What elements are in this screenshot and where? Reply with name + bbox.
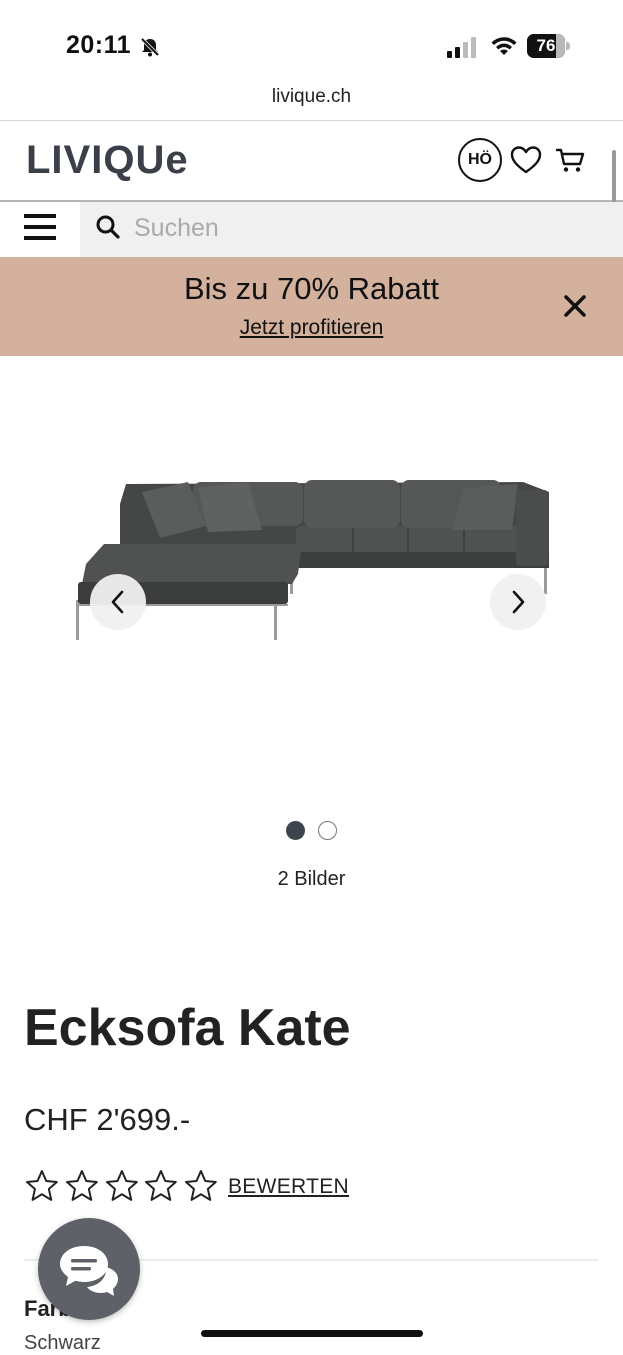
url-bar[interactable]: livique.ch bbox=[0, 86, 623, 108]
close-icon[interactable] bbox=[562, 293, 588, 319]
search-icon[interactable] bbox=[95, 214, 121, 240]
promo-title: Bis zu 70% Rabatt bbox=[183, 271, 440, 306]
star-icon[interactable] bbox=[183, 1168, 219, 1204]
rate-link[interactable]: BEWERTEN bbox=[228, 1175, 349, 1199]
bell-muted-icon bbox=[140, 37, 160, 57]
product-image[interactable] bbox=[68, 460, 558, 660]
gallery-prev-button[interactable] bbox=[90, 574, 146, 630]
rating-stars[interactable] bbox=[24, 1168, 219, 1204]
cellular-signal-icon bbox=[447, 37, 476, 58]
battery-icon: 76 bbox=[527, 34, 571, 58]
livique-logo[interactable]: LIVIQUe bbox=[26, 138, 189, 183]
chat-icon bbox=[60, 1246, 118, 1296]
image-count: 2 Bilder bbox=[277, 868, 346, 890]
status-time: 20:11 bbox=[66, 31, 132, 59]
gallery-next-button[interactable] bbox=[490, 574, 546, 630]
chevron-right-icon bbox=[512, 590, 525, 614]
star-icon[interactable] bbox=[64, 1168, 100, 1204]
promo-link[interactable]: Jetzt profitieren bbox=[0, 316, 623, 340]
account-button[interactable]: HÖ bbox=[458, 138, 502, 182]
gallery-dot[interactable] bbox=[318, 821, 337, 840]
home-indicator[interactable] bbox=[201, 1330, 423, 1337]
star-icon[interactable] bbox=[24, 1168, 60, 1204]
product-title: Ecksofa Kate bbox=[24, 999, 351, 1057]
product-price: CHF 2'699.- bbox=[24, 1102, 191, 1137]
chevron-left-icon bbox=[111, 590, 124, 614]
star-icon[interactable] bbox=[104, 1168, 140, 1204]
wifi-icon bbox=[491, 37, 517, 55]
battery-percent: 76 bbox=[536, 36, 556, 55]
heart-icon[interactable] bbox=[510, 145, 542, 175]
menu-icon[interactable] bbox=[23, 210, 57, 244]
search-input[interactable] bbox=[134, 210, 594, 246]
color-value: Schwarz bbox=[24, 1332, 101, 1354]
cart-icon[interactable] bbox=[555, 145, 585, 175]
chat-button[interactable] bbox=[38, 1218, 140, 1320]
star-icon[interactable] bbox=[143, 1168, 179, 1204]
gallery-dot-active[interactable] bbox=[286, 821, 305, 840]
